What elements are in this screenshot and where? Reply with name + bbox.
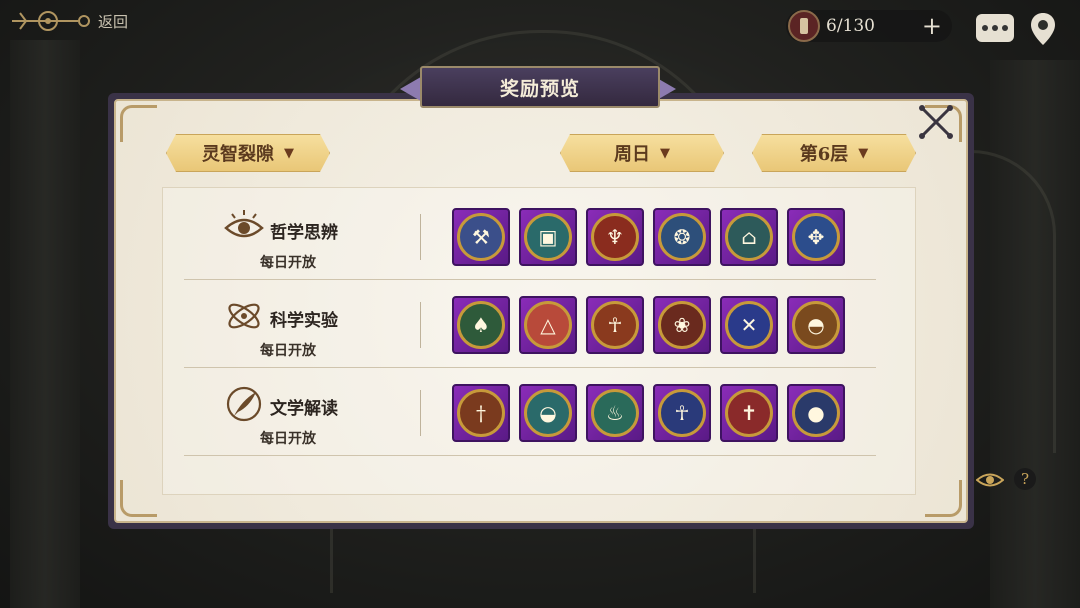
stamina-count: 6/130 (826, 16, 875, 36)
floor-select-label: 第6层 (799, 144, 849, 165)
atom-icon (228, 303, 260, 329)
reward-item[interactable]: ⌂ (720, 208, 778, 266)
dot-icon (992, 25, 998, 31)
reward-item[interactable]: ◓ (787, 296, 845, 354)
dungeon-select[interactable]: 灵智裂隙 ▼ (166, 134, 330, 172)
corner-ornament (120, 105, 157, 142)
stamina-icon (788, 10, 820, 42)
dagger-icon: ✝ (725, 389, 773, 437)
dungeon-select-label: 灵智裂隙 (202, 144, 274, 165)
goblet-icon: ♆ (591, 213, 639, 261)
reward-row: 哲学思辨 每日开放 ⚒ ▣ ♆ ❂ ⌂ ✥ (184, 192, 876, 280)
reward-item[interactable]: ⚒ (452, 208, 510, 266)
map-pin-icon[interactable] (1030, 12, 1056, 46)
chevron-down-icon: ▼ (660, 145, 670, 161)
shrine-icon: ⌂ (725, 213, 773, 261)
quill-icon (226, 386, 262, 422)
floor-select[interactable]: 第6层 ▼ (752, 134, 916, 172)
stamina-counter: 6/130 + (786, 10, 952, 42)
weekday-select-label: 周日 (614, 144, 650, 165)
reward-item[interactable]: ✝ (720, 384, 778, 442)
reward-item[interactable]: △ (519, 296, 577, 354)
divider (420, 390, 421, 436)
ankh-icon: ☥ (658, 389, 706, 437)
back-button[interactable]: 返回 (12, 8, 128, 34)
reward-item[interactable]: ✥ (787, 208, 845, 266)
reward-item[interactable]: ● (787, 384, 845, 442)
category-label: 科学实验 每日开放 (224, 296, 384, 359)
reward-item[interactable]: ☥ (653, 384, 711, 442)
add-stamina-button[interactable]: + (922, 12, 942, 40)
reward-item[interactable]: ❀ (653, 296, 711, 354)
chevron-down-icon: ▼ (858, 145, 869, 161)
corner-ornament (925, 480, 962, 517)
open-schedule: 每日开放 (260, 255, 316, 271)
dot-icon (1002, 25, 1008, 31)
reward-item[interactable]: ❂ (653, 208, 711, 266)
category-name: 哲学思辨 (270, 223, 338, 243)
daggers-icon: ✕ (725, 301, 773, 349)
divider (420, 214, 421, 260)
eye-icon (224, 210, 264, 238)
reward-item[interactable]: ♨ (586, 384, 644, 442)
crystal-ball-icon: ● (792, 389, 840, 437)
weekday-select[interactable]: 周日 ▼ (560, 134, 724, 172)
panel-title-tab: 奖励预览 (400, 62, 676, 112)
open-schedule: 每日开放 (260, 431, 316, 447)
reward-item[interactable]: ♠ (452, 296, 510, 354)
lamp-icon: ♨ (591, 389, 639, 437)
reward-items: ⚒ ▣ ♆ ❂ ⌂ ✥ (452, 208, 845, 266)
row-divider (184, 455, 876, 456)
reward-item[interactable]: ✕ (720, 296, 778, 354)
axe-icon: ⚒ (457, 213, 505, 261)
chevron-down-icon: ▼ (284, 145, 294, 161)
reward-item[interactable]: † (452, 384, 510, 442)
reward-items: † ◒ ♨ ☥ ✝ ● (452, 384, 845, 442)
open-schedule: 每日开放 (260, 343, 316, 359)
pyramid-eye-icon: △ (524, 301, 572, 349)
reward-row: 文学解读 每日开放 † ◒ ♨ ☥ ✝ ● (184, 368, 876, 456)
reward-item[interactable]: ▣ (519, 208, 577, 266)
sword-icon: † (457, 389, 505, 437)
scarab-icon: ❂ (658, 213, 706, 261)
back-label: 返回 (98, 12, 129, 31)
more-options-button[interactable] (976, 14, 1014, 42)
reward-item[interactable]: ◒ (519, 384, 577, 442)
category-name: 文学解读 (270, 399, 338, 419)
reward-item[interactable]: ♆ (586, 208, 644, 266)
dot-icon (982, 25, 988, 31)
category-label: 哲学思辨 每日开放 (224, 208, 384, 271)
reward-items: ♠ △ ☥ ❀ ✕ ◓ (452, 296, 845, 354)
spearhead-icon: ♠ (457, 301, 505, 349)
divider (420, 302, 421, 348)
corner-ornament (120, 480, 157, 517)
help-button[interactable]: ? (1014, 468, 1036, 490)
ornate-key-icon (12, 11, 90, 31)
laurel-icon: ❀ (658, 301, 706, 349)
category-label: 文学解读 每日开放 (224, 384, 384, 447)
mask-icon: ☥ (591, 301, 639, 349)
helm-icon: ◒ (524, 389, 572, 437)
tablet-icon: ✥ (792, 213, 840, 261)
chest-icon: ▣ (524, 213, 572, 261)
close-icon[interactable] (916, 102, 956, 142)
reward-item[interactable]: ☥ (586, 296, 644, 354)
panel-title: 奖励预览 (420, 66, 660, 108)
category-name: 科学实验 (270, 311, 338, 331)
helmet-icon: ◓ (792, 301, 840, 349)
eye-icon[interactable] (976, 468, 1004, 492)
reward-row: 科学实验 每日开放 ♠ △ ☥ ❀ ✕ ◓ (184, 280, 876, 368)
